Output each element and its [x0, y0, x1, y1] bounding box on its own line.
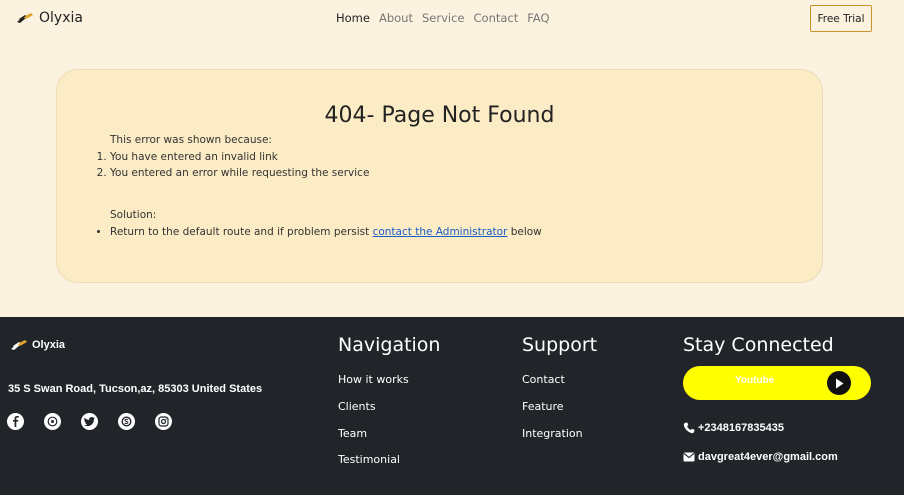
footer-link-integration[interactable]: Integration: [522, 427, 583, 440]
error-card: 404- Page Not Found This error was shown…: [56, 69, 823, 283]
contact-admin-link[interactable]: contact the Administrator: [373, 226, 508, 238]
nav-service[interactable]: Service: [422, 11, 465, 25]
free-trial-button[interactable]: Free Trial: [810, 5, 872, 32]
email-contact[interactable]: davgreat4ever@gmail.com: [683, 451, 838, 463]
navigation-heading: Navigation: [338, 334, 441, 356]
twitter-icon[interactable]: [81, 413, 98, 430]
social-links: [7, 413, 172, 430]
brand-name: Olyxia: [39, 10, 83, 26]
stay-connected-heading: Stay Connected: [683, 334, 834, 356]
solution-list: Return to the default route and if probl…: [110, 224, 542, 240]
site-footer: Olyxia 35 S Swan Road, Tucson,az, 85303 …: [0, 317, 904, 495]
whatsapp-icon[interactable]: [44, 413, 61, 430]
solution-prefix: Return to the default route and if probl…: [110, 226, 373, 238]
main-nav: Home About Service Contact FAQ: [336, 11, 550, 25]
youtube-label: Youtube: [735, 375, 775, 386]
instagram-icon[interactable]: [155, 413, 172, 430]
footer-link-how-it-works[interactable]: How it works: [338, 373, 409, 386]
footer-link-feature[interactable]: Feature: [522, 400, 564, 413]
footer-link-contact[interactable]: Contact: [522, 373, 565, 386]
skype-icon[interactable]: [118, 413, 135, 430]
phone-number: +2348167835435: [698, 422, 784, 434]
footer-link-team[interactable]: Team: [338, 427, 367, 440]
play-icon: [827, 371, 851, 395]
footer-brand-name: Olyxia: [32, 339, 66, 351]
logo-icon: [11, 340, 27, 350]
footer-brand-logo[interactable]: Olyxia: [11, 339, 65, 351]
brand-logo[interactable]: Olyxia: [17, 10, 83, 26]
error-title: 404- Page Not Found: [324, 103, 555, 128]
site-header: Olyxia Home About Service Contact FAQ Fr…: [0, 0, 904, 38]
nav-about[interactable]: About: [379, 11, 413, 25]
phone-icon: [683, 422, 695, 434]
error-intro: This error was shown because:: [110, 134, 272, 146]
facebook-icon[interactable]: [7, 413, 24, 430]
solution-suffix: below: [507, 226, 542, 238]
footer-link-clients[interactable]: Clients: [338, 400, 376, 413]
logo-icon: [17, 13, 33, 23]
solution-item: Return to the default route and if probl…: [110, 224, 542, 240]
youtube-button[interactable]: Youtube: [683, 366, 871, 400]
solution-label: Solution:: [110, 209, 157, 221]
error-reason-item: You have entered an invalid link: [110, 149, 369, 165]
phone-contact[interactable]: +2348167835435: [683, 422, 784, 434]
nav-faq[interactable]: FAQ: [527, 11, 549, 25]
footer-address: 35 S Swan Road, Tucson,az, 85303 United …: [8, 383, 263, 395]
nav-home[interactable]: Home: [336, 11, 370, 25]
footer-link-testimonial[interactable]: Testimonial: [338, 453, 400, 466]
envelope-icon: [683, 452, 695, 462]
support-heading: Support: [522, 334, 598, 356]
error-reason-item: You entered an error while requesting th…: [110, 165, 369, 181]
nav-contact[interactable]: Contact: [474, 11, 519, 25]
email-address: davgreat4ever@gmail.com: [698, 451, 838, 463]
error-reasons-list: You have entered an invalid link You ent…: [110, 149, 369, 181]
